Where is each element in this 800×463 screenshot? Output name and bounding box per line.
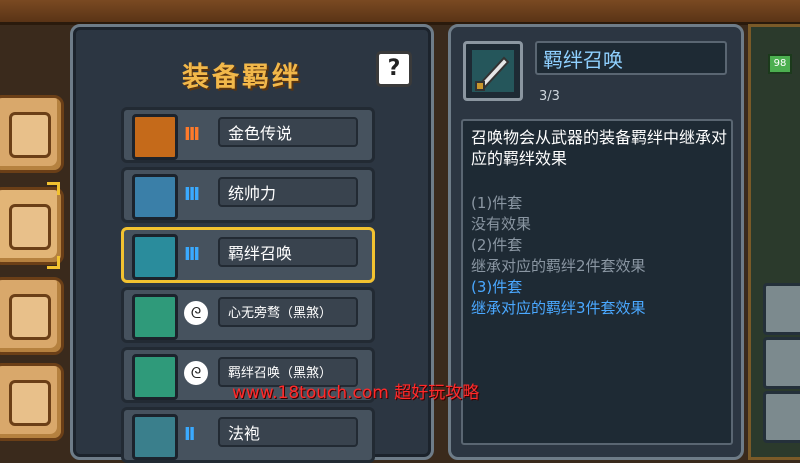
round-icon	[9, 380, 51, 426]
swirl-icon: ᘓ	[184, 301, 208, 325]
robe-icon	[132, 414, 178, 460]
gear-cluster-icon	[9, 294, 51, 340]
tab-codex[interactable]	[0, 95, 64, 173]
panel-title: 装备羁绊	[182, 62, 302, 93]
detail-body: 召唤物会从武器的装备羁绊中继承对应的羁绊效果 (1)件套 没有效果 (2)件套 …	[461, 119, 733, 445]
bond-label: 统帅力	[218, 177, 358, 207]
tier-line: (2)件套	[471, 236, 523, 254]
summon-sword-icon	[132, 354, 178, 400]
flame-orb-icon	[132, 114, 178, 160]
tab-skills[interactable]	[0, 277, 64, 355]
tier-line: 继承对应的羁绊2件套效果	[471, 257, 646, 275]
bond-detail-panel: 羁绊召唤 3/3 召唤物会从武器的装备羁绊中继承对应的羁绊效果 (1)件套 没有…	[448, 24, 744, 460]
swirl-icon: ᘓ	[184, 361, 208, 385]
bond-row[interactable]: II 法袍	[121, 407, 375, 463]
bond-row[interactable]: ᘓ 心无旁骛（黑煞）	[121, 287, 375, 343]
detail-title: 羁绊召唤	[535, 41, 727, 75]
weapon-slot-icon[interactable]	[763, 283, 800, 335]
detail-description: 召唤物会从武器的装备羁绊中继承对应的羁绊效果	[471, 128, 728, 168]
ring-slot-icon[interactable]	[763, 391, 800, 443]
selection-corner	[47, 182, 60, 195]
trophy-icon	[132, 174, 178, 220]
tier-line: (1)件套	[471, 194, 523, 212]
selection-corner	[47, 256, 60, 269]
tier-line: 继承对应的羁绊3件套效果	[471, 299, 646, 317]
tier-line: (3)件套	[471, 278, 523, 296]
scroll-icon	[9, 204, 51, 250]
bond-row-selected[interactable]: III 羁绊召唤	[121, 227, 375, 283]
tier-line: 没有效果	[471, 215, 532, 233]
summon-sword-icon	[463, 41, 523, 101]
tab-bonds[interactable]	[0, 182, 64, 269]
bond-row[interactable]: III 金色传说	[121, 107, 375, 163]
book-icon	[9, 112, 51, 158]
detail-count: 3/3	[539, 89, 560, 104]
bars-icon: III	[184, 184, 200, 205]
bars-icon: II	[184, 424, 195, 445]
bond-label: 心无旁骛（黑煞）	[218, 297, 358, 327]
help-button[interactable]: ?	[376, 51, 412, 87]
bars-icon: III	[184, 124, 200, 145]
hero-portrait-icon	[132, 294, 178, 340]
watermark: www.18touch.com 超好玩攻略	[232, 383, 480, 403]
top-wood-bar	[0, 0, 800, 25]
tab-settings[interactable]	[0, 363, 64, 441]
bond-label: 法袍	[218, 417, 358, 447]
bond-row[interactable]: III 统帅力	[121, 167, 375, 223]
bars-icon: III	[184, 244, 200, 265]
sword-glyph	[472, 50, 514, 92]
character-side-panel	[748, 24, 800, 460]
crossbow-slot-icon[interactable]	[763, 337, 800, 389]
bond-label: 羁绊召唤	[218, 237, 358, 267]
level-badge: 98	[768, 54, 792, 74]
summon-sword-icon	[132, 234, 178, 280]
bond-label: 金色传说	[218, 117, 358, 147]
